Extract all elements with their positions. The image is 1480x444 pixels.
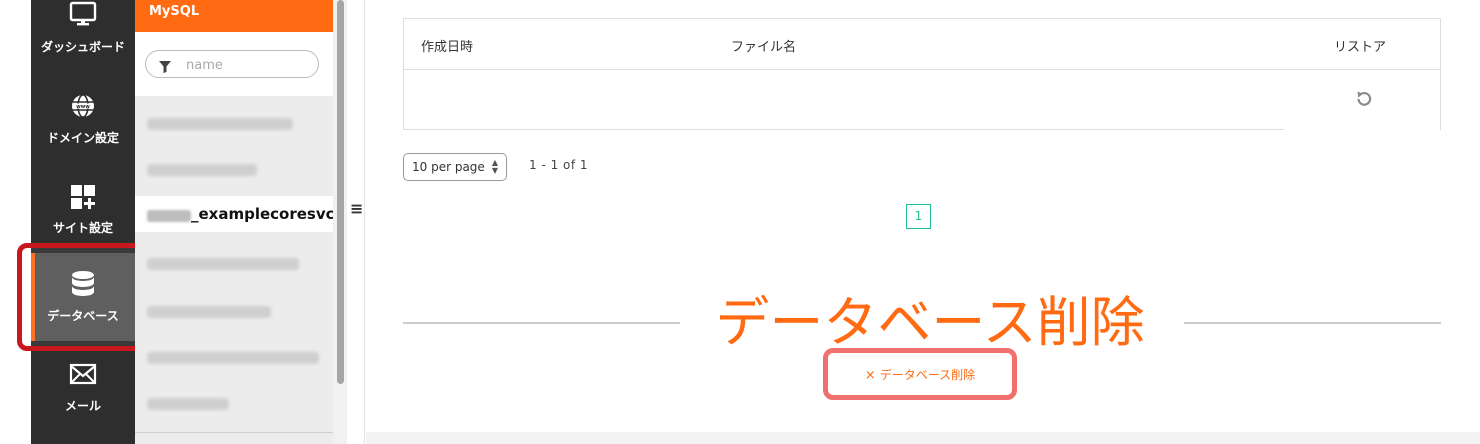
mail-icon <box>31 358 135 390</box>
add-widget-icon <box>31 181 135 213</box>
blurred-db-prefix <box>147 210 191 222</box>
per-page-value: 10 per page <box>412 160 485 174</box>
section-rule-right <box>1184 322 1441 324</box>
section-rule-left <box>403 322 680 324</box>
panel-divider <box>135 432 333 433</box>
nav-label-dashboard: ダッシュボード <box>40 40 125 54</box>
nav-item-dashboard[interactable]: ダッシュボード <box>31 0 135 84</box>
db-list-item[interactable] <box>135 106 333 142</box>
column-header-created: 作成日時 <box>421 40 474 55</box>
left-edge <box>0 0 31 444</box>
scrollbar-thumb[interactable] <box>337 0 344 384</box>
globe-icon: www <box>31 90 135 122</box>
db-list-item[interactable] <box>135 294 333 330</box>
selected-db-name: _examplecoresvco <box>191 205 345 223</box>
db-list-item[interactable] <box>135 152 333 188</box>
pagination-range: 1 - 1 of 1 <box>529 158 589 172</box>
panel-title: MySQL <box>149 4 200 19</box>
section-title: データベース削除 <box>715 291 1145 354</box>
db-list-item[interactable] <box>135 340 333 376</box>
filter-icon <box>159 58 171 77</box>
per-page-select[interactable]: 10 per page ▲ ▼ <box>403 153 507 181</box>
page-number-button[interactable]: 1 <box>906 204 931 229</box>
filter-area <box>135 32 333 96</box>
db-list-item[interactable] <box>135 386 333 422</box>
delete-database-button[interactable]: × データベース削除 <box>835 357 1005 391</box>
database-list-panel: MySQL _examplecoresvco <box>135 0 345 444</box>
name-filter-input[interactable] <box>184 55 308 75</box>
panel-header: MySQL <box>135 0 333 32</box>
monitor-icon <box>31 0 135 30</box>
hamburger-icon[interactable]: ≡ <box>350 199 363 218</box>
highlight-box-database-nav <box>17 243 147 351</box>
select-arrows-icon: ▲ ▼ <box>491 158 498 175</box>
table-header-row: 作成日時 ファイル名 リストア <box>404 19 1440 70</box>
nav-item-domain[interactable]: www ドメイン設定 <box>31 88 135 176</box>
delete-button-label: データベース削除 <box>879 367 976 382</box>
filter-box <box>145 50 319 78</box>
restore-icon[interactable] <box>1354 89 1374 109</box>
db-list-item-selected[interactable]: _examplecoresvco <box>135 196 345 232</box>
panel-toggle[interactable]: ≡ <box>347 0 365 444</box>
db-list-item[interactable] <box>135 246 333 282</box>
nav-item-mail[interactable]: メール <box>31 356 135 444</box>
column-header-filename: ファイル名 <box>731 40 797 55</box>
icon-nav: ダッシュボード www ドメイン設定 サイト設定 データベース メール <box>31 0 135 444</box>
panel-scrollbar[interactable] <box>333 0 347 444</box>
footer-strip <box>366 432 1480 444</box>
nav-label-site: サイト設定 <box>52 221 113 235</box>
column-header-restore: リストア <box>1334 40 1387 55</box>
nav-label-domain: ドメイン設定 <box>46 131 119 145</box>
backup-table: 作成日時 ファイル名 リストア <box>403 18 1441 130</box>
table-bottom-border <box>404 129 1284 130</box>
nav-label-mail: メール <box>64 399 101 413</box>
svg-text:www: www <box>76 104 90 110</box>
close-icon: × <box>864 367 876 383</box>
